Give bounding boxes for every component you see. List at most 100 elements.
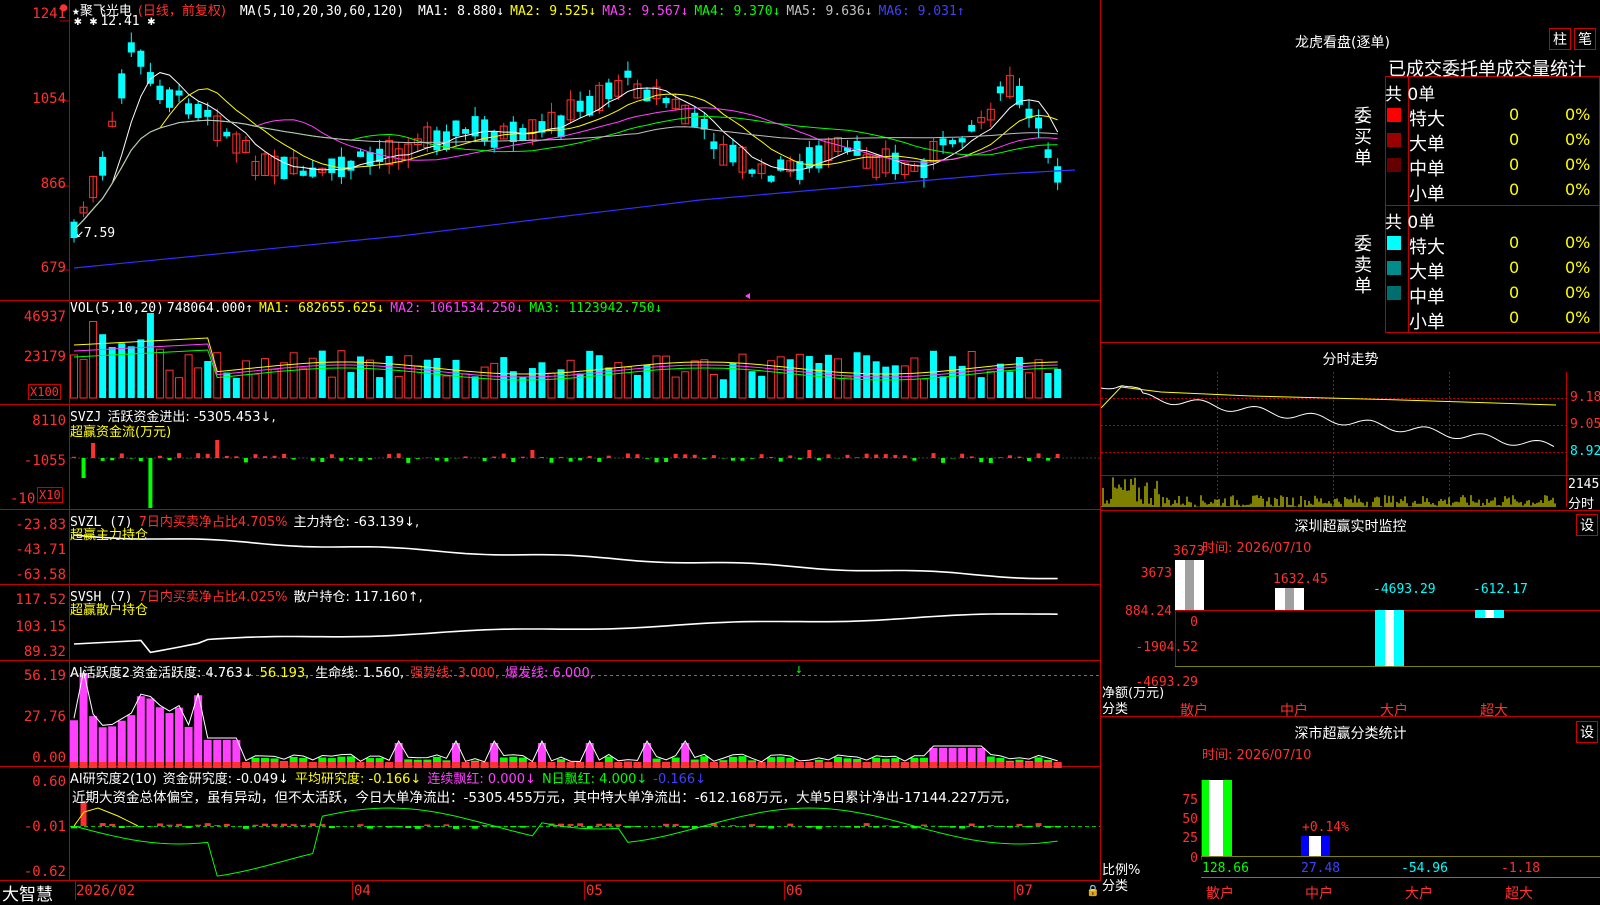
research-bar — [634, 826, 640, 827]
order-count: 0 — [1509, 105, 1519, 124]
tab-orders[interactable]: 委托单 — [1442, 59, 1496, 80]
volume-bar — [586, 351, 593, 398]
dragon-tiger-title: 龙虎看盘(逐单) — [1295, 32, 1390, 52]
vol-axis-label: 23179 — [0, 349, 66, 365]
fund-flow-bar — [483, 458, 487, 461]
main-chart-area[interactable] — [0, 0, 1101, 900]
bar-view-button[interactable]: 柱 — [1549, 28, 1571, 50]
candle-down — [997, 86, 1004, 93]
ai-research-e: -0.166↓ — [653, 772, 706, 787]
order-percent: 0% — [1565, 283, 1590, 302]
order-count: 0 — [1509, 283, 1519, 302]
activity-base-bar — [758, 762, 766, 768]
activity-base-bar — [777, 762, 785, 768]
activity-bar — [89, 716, 97, 768]
volume-bar — [854, 352, 861, 398]
order-row[interactable]: 中单00% — [1385, 283, 1600, 305]
order-row[interactable]: 大单00% — [1385, 258, 1600, 280]
candle-down — [940, 138, 947, 145]
monitor-category-label: 超大 — [1480, 700, 1508, 720]
low-price-label: ↙7.59 — [76, 226, 115, 241]
fund-flow-bar — [196, 453, 200, 458]
intraday-chart[interactable] — [1101, 372, 1600, 510]
candle-down — [491, 131, 498, 148]
order-row[interactable]: 大单00% — [1385, 130, 1600, 152]
volume-bar — [147, 313, 154, 398]
order-row[interactable]: 特大00% — [1385, 105, 1600, 127]
order-row[interactable]: 小单00% — [1385, 308, 1600, 330]
volume-bar — [405, 356, 412, 398]
tab-traded[interactable]: 已成交 — [1388, 59, 1442, 80]
order-row[interactable]: 特大00% — [1385, 233, 1600, 255]
lock-icon[interactable]: 🔒 — [1086, 884, 1100, 897]
sz-monitor-settings-button[interactable]: 设 — [1576, 514, 1598, 536]
research-bar — [377, 826, 383, 827]
color-swatch-icon — [1387, 261, 1401, 275]
research-bar — [596, 824, 602, 826]
volume-bar — [940, 376, 947, 398]
fund-flow-bar — [865, 454, 869, 458]
volume-bar — [309, 358, 316, 398]
research-line — [74, 808, 1058, 876]
fund-flow-bar — [874, 454, 878, 458]
volume-bar — [777, 357, 784, 398]
fund-flow-bar — [741, 458, 745, 461]
order-count: 0 — [1509, 130, 1519, 149]
pen-view-button[interactable]: 笔 — [1574, 28, 1596, 50]
research-bar — [109, 824, 115, 826]
candle-down — [1045, 149, 1052, 158]
monitor-value-label: -4693.29 — [1373, 582, 1436, 597]
tab-volume-stats[interactable]: 成交量统计 — [1496, 59, 1586, 80]
ma3-value: MA3: 9.567↓ — [602, 4, 688, 19]
candle-down — [195, 104, 202, 118]
fund-flow-bar — [1037, 453, 1041, 458]
research-bar — [396, 826, 402, 827]
activity-base-bar — [872, 762, 880, 768]
fund-flow-bar — [273, 456, 277, 458]
intraday-price-label: 8.92 — [1570, 444, 1600, 459]
volume-bar — [300, 368, 307, 398]
order-percent: 0% — [1565, 105, 1590, 124]
classify-axis-label: 25 — [1160, 831, 1198, 846]
research-bar — [615, 824, 621, 826]
activity-base-bar — [958, 762, 966, 768]
research-bar — [281, 824, 287, 826]
volume-bar — [758, 376, 765, 398]
fund-flow-bar — [912, 458, 916, 461]
intraday-title: 分时走势 — [1101, 349, 1600, 369]
research-bar — [415, 826, 421, 829]
fund-flow-bar — [225, 456, 229, 458]
volume-bar — [624, 367, 631, 398]
sz-classify-settings-button[interactable]: 设 — [1576, 721, 1598, 743]
activity-base-bar — [920, 762, 928, 768]
research-bar — [520, 826, 526, 828]
activity-bar — [127, 715, 135, 768]
fund-flow-bar — [168, 458, 172, 460]
candle-down — [166, 89, 173, 107]
research-bar — [176, 824, 182, 826]
volume-bar — [729, 363, 736, 398]
price-axis-label: 866 — [0, 176, 66, 192]
fund-flow-bar — [349, 458, 353, 459]
candle-down — [968, 125, 975, 132]
volume-bar — [567, 360, 574, 398]
volume-bar — [453, 360, 460, 398]
research-bar — [845, 826, 851, 827]
candle-down — [223, 132, 230, 137]
svzl-subtitle: 超赢主力持仓 — [70, 524, 148, 543]
color-swatch-icon — [1387, 108, 1401, 122]
candle-down — [176, 90, 183, 95]
monitor-bar-highlight — [1385, 610, 1394, 666]
order-row[interactable]: 小单00% — [1385, 180, 1600, 202]
fund-flow-bar — [444, 458, 448, 462]
fund-flow-bar — [110, 458, 114, 460]
order-size-label: 小单 — [1409, 180, 1445, 206]
svsh-axis-label: 89.32 — [0, 644, 66, 660]
side-label: 委卖单 — [1354, 234, 1374, 297]
volume-bar — [978, 377, 985, 398]
candle-down — [462, 129, 469, 134]
fund-flow-bar — [339, 458, 343, 461]
down-arrow-icon: ↓ — [795, 662, 803, 677]
ai-research-axis-label: 0.60 — [0, 774, 66, 790]
order-row[interactable]: 中单00% — [1385, 155, 1600, 177]
